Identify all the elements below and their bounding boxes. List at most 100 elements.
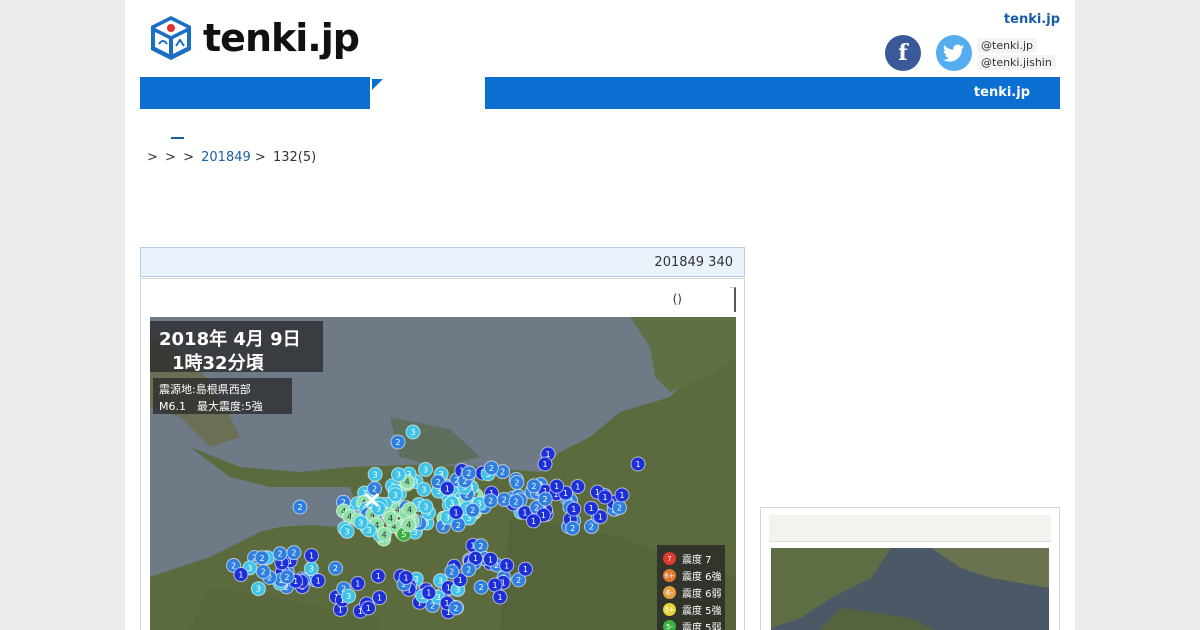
twitter-handle-main[interactable]: @tenki.jp	[977, 38, 1038, 53]
intensity-marker-label: 2	[372, 485, 377, 494]
intensity-marker-label: 1	[454, 508, 459, 517]
legend-label: 震度 5強	[682, 606, 722, 617]
intensity-marker-label: 2	[489, 464, 494, 473]
intensity-marker-label: 1	[497, 593, 502, 602]
intensity-marker-label: 3	[345, 527, 350, 536]
legend-badge-icon: 5+	[663, 603, 676, 616]
intensity-marker-label: 2	[395, 438, 400, 447]
intensity-marker-label: 1	[403, 573, 408, 582]
intensity-marker-label: 1	[377, 594, 382, 603]
quake-date: 2018年 4月 9日	[159, 329, 301, 350]
legend-item: 5- 震度 5弱	[663, 619, 722, 630]
intensity-marker-label: 1	[571, 505, 576, 514]
card-note: ()	[672, 292, 682, 306]
intensity-marker-label: 1	[316, 577, 321, 586]
site-home-link[interactable]: tenki.jp	[1004, 12, 1060, 27]
intensity-marker-label: 2	[570, 524, 575, 533]
intensity-marker-label: 1	[376, 572, 381, 581]
sidebar-map-thumbnail[interactable]	[771, 548, 1049, 630]
breadcrumb-separator: >	[165, 150, 176, 165]
breadcrumb-separator: >	[254, 150, 266, 165]
intensity-marker-label: 2	[333, 564, 338, 573]
intensity-marker-label: 2	[449, 568, 454, 577]
intensity-marker-label: 1	[504, 561, 509, 570]
intensity-marker-label: 1	[492, 581, 497, 590]
facebook-icon[interactable]: f	[885, 35, 921, 71]
intensity-marker-label: 1	[445, 484, 450, 493]
quake-time: 1時32分頃	[172, 353, 264, 374]
intensity-marker-label: 3	[373, 470, 378, 479]
breadcrumb-current: 132(5)	[272, 150, 317, 165]
intensity-marker-label: 1	[598, 513, 603, 522]
intensity-marker-label: 3	[423, 503, 428, 512]
article-title-bar: 201849 340	[140, 247, 745, 277]
intensity-marker-label: 5	[401, 530, 406, 539]
quake-info-box: 震源地:島根県西部 M6.1 最大震度:5強	[153, 378, 292, 414]
twitter-handle-jishin[interactable]: @tenki.jishin	[977, 55, 1056, 70]
intensity-marker-label: 2	[436, 478, 441, 487]
intensity-marker-label: 2	[479, 583, 484, 592]
intensity-marker-label: 2	[466, 469, 471, 478]
intensity-marker-label: 4	[382, 530, 387, 539]
nav-site-link[interactable]: tenki.jp	[974, 85, 1030, 100]
intensity-marker-label: 3	[396, 471, 401, 480]
sidebar-card-header	[769, 515, 1051, 542]
intensity-marker-label: 1	[473, 554, 478, 563]
intensity-marker-label: 2	[285, 573, 290, 582]
intensity-marker-label: 2	[531, 482, 536, 491]
breadcrumb-link-date[interactable]: 201849	[201, 150, 251, 165]
intensity-marker-label: 2	[502, 496, 507, 505]
intensity-marker-label: 2	[231, 561, 236, 570]
nav-bar-left[interactable]	[140, 77, 370, 109]
sidebar-map-image	[771, 548, 1049, 630]
intensity-legend: 7 震度 7 6+ 震度 6強 6- 震度 6弱 5+ 震度 5強 5- 震度 5弱	[657, 545, 725, 630]
intensity-marker-label: 1	[589, 504, 594, 513]
intensity-marker-label: 1	[238, 571, 243, 580]
breadcrumb-separator: >	[183, 150, 194, 165]
intensity-marker-label: 1	[554, 482, 559, 491]
intensity-marker-label: 2	[453, 604, 458, 613]
intensity-marker-label: 1	[541, 511, 546, 520]
intensity-marker-label: 2	[297, 503, 302, 512]
intensity-marker-label: 4	[388, 514, 393, 523]
seismic-intensity-map[interactable]: 3332333443333333233234334433243432323333…	[150, 317, 736, 630]
intensity-marker-label: 4	[406, 521, 411, 530]
tab-indicator[interactable]	[171, 137, 184, 139]
intensity-marker-label: 2	[514, 479, 519, 488]
intensity-marker-label: 2	[466, 566, 471, 575]
intensity-marker-label: 2	[516, 576, 521, 585]
intensity-marker-label: 3	[346, 592, 351, 601]
intensity-marker-label: 4	[405, 478, 410, 487]
twitter-icon[interactable]	[936, 35, 972, 71]
intensity-marker-label: 1	[488, 555, 493, 564]
intensity-marker-label: 1	[355, 580, 360, 589]
intensity-marker-label: 1	[426, 589, 431, 598]
legend-badge-icon: 7	[663, 552, 676, 565]
legend-item: 6- 震度 6弱	[663, 585, 722, 600]
legend-badge-icon: 5-	[663, 620, 676, 630]
intensity-marker-label: 4	[407, 505, 412, 514]
intensity-marker-label: 1	[523, 565, 528, 574]
intensity-marker-label: 3	[367, 526, 372, 535]
intensity-marker-label: 3	[247, 564, 252, 573]
intensity-marker-label: 1	[522, 509, 527, 518]
intensity-marker-label: 2	[291, 549, 296, 558]
intensity-marker-label: 2	[500, 468, 505, 477]
legend-label: 震度 5弱	[682, 623, 722, 630]
intensity-marker-label: 2	[470, 506, 475, 515]
sidebar-card	[760, 507, 1060, 630]
intensity-marker-label: 3	[421, 485, 426, 494]
intensity-marker-label: 1	[366, 604, 371, 613]
intensity-marker-label: 2	[278, 550, 283, 559]
site-logo[interactable]: tenki.jp	[149, 12, 360, 64]
magnitude-text: M6.1 最大震度:5強	[159, 400, 263, 413]
card-toggle-button[interactable]	[730, 287, 736, 312]
intensity-marker-label: 2	[478, 542, 483, 551]
intensity-marker-label: 2	[260, 554, 265, 563]
intensity-marker-label: 1	[563, 489, 568, 498]
legend-item: 6+ 震度 6強	[663, 568, 722, 583]
intensity-marker-label: 3	[393, 491, 398, 500]
intensity-marker-label: 3	[358, 518, 363, 527]
intensity-marker-label: 1	[602, 493, 607, 502]
intensity-marker-label: 1	[635, 460, 640, 469]
